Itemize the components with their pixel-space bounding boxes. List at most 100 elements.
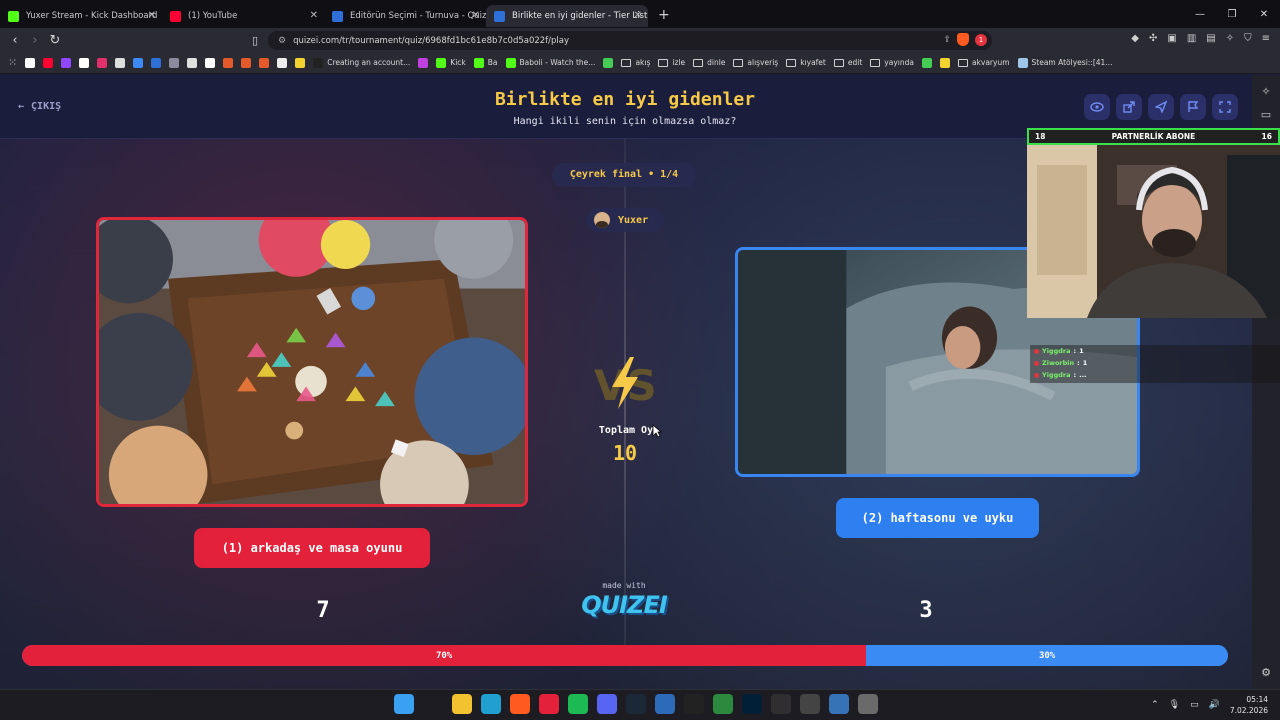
volume-icon[interactable]: 🔊: [1209, 700, 1220, 710]
goal-label: PARTNERLİK ABONE: [1111, 132, 1196, 141]
bookmark-item[interactable]: [205, 57, 216, 68]
close-icon[interactable]: ✕: [148, 10, 156, 21]
clock[interactable]: 05:14 7.02.2026: [1230, 694, 1268, 716]
flag-icon[interactable]: [1180, 94, 1206, 120]
back-icon[interactable]: ‹: [5, 33, 25, 48]
bookmark-item[interactable]: edit: [833, 58, 862, 67]
close-icon[interactable]: ✕: [634, 10, 642, 21]
quizei-icon: [332, 10, 343, 22]
tab-quizei-editor[interactable]: Editörün Seçimi - Turnuva - Quizei ✕: [324, 5, 486, 27]
wallet-icon[interactable]: ▣: [1167, 33, 1176, 44]
apps-grid-icon[interactable]: ⁙: [8, 56, 17, 69]
obs-icon[interactable]: [771, 694, 791, 714]
bookmark-item[interactable]: [169, 57, 180, 68]
bookmark-item[interactable]: yayında: [870, 58, 914, 67]
eye-icon[interactable]: [1084, 94, 1110, 120]
option-2-button[interactable]: (2) haftasonu ve uyku: [836, 498, 1039, 538]
search-icon[interactable]: [423, 694, 443, 714]
bookmark-list: Creating an account... Kick Ba Baboli - Wat…: [25, 57, 1112, 68]
tab-youtube[interactable]: (1) YouTube ✕: [162, 5, 324, 27]
share-icon[interactable]: [1116, 94, 1142, 120]
bookmark-item[interactable]: akış: [621, 58, 650, 67]
extensions-icon[interactable]: ✣: [1149, 33, 1157, 44]
bookmark-item[interactable]: kıyafet: [786, 58, 826, 67]
bookmark-item[interactable]: Ba: [473, 57, 498, 68]
bookmark-item[interactable]: [151, 57, 162, 68]
share-icon[interactable]: ⇪: [943, 35, 951, 45]
app-white-icon[interactable]: [800, 694, 820, 714]
tab-search-icon[interactable]: ▤: [1206, 33, 1215, 44]
bookmark-item[interactable]: [921, 57, 932, 68]
bookmark-item[interactable]: dinle: [693, 58, 725, 67]
close-icon[interactable]: ✕: [310, 10, 318, 21]
bookmark-item[interactable]: [418, 57, 429, 68]
opera-icon[interactable]: [539, 694, 559, 714]
rewards-badge[interactable]: 1: [975, 33, 987, 46]
leo-sidebar-icon[interactable]: ✧: [1252, 85, 1280, 98]
fullscreen-icon[interactable]: [1212, 94, 1238, 120]
option-1-image[interactable]: [96, 217, 528, 507]
shield-icon[interactable]: ⛉: [1244, 33, 1252, 44]
bookmark-item[interactable]: Kick: [436, 57, 466, 68]
bookmark-item[interactable]: [43, 57, 54, 68]
minimize-icon[interactable]: —: [1184, 0, 1216, 28]
spotify-icon[interactable]: [568, 694, 588, 714]
bookmark-item[interactable]: [259, 57, 270, 68]
bookmark-item[interactable]: [97, 57, 108, 68]
brave-shields-icon[interactable]: [957, 33, 969, 46]
close-icon[interactable]: ✕: [472, 10, 480, 21]
photoshop-icon[interactable]: [742, 694, 762, 714]
bookmark-item[interactable]: [295, 57, 306, 68]
tab-kick-dashboard[interactable]: Yuxer Stream - Kick Dashboard ✕: [0, 5, 162, 27]
bookmark-item[interactable]: [79, 57, 90, 68]
network-icon[interactable]: ▭: [1190, 700, 1199, 710]
windows-icon[interactable]: [394, 694, 414, 714]
chevron-up-icon[interactable]: ⌃: [1151, 700, 1159, 710]
option-1-button[interactable]: (1) arkadaş ve masa oyunu: [194, 528, 430, 568]
reload-icon[interactable]: ↻: [45, 33, 65, 48]
close-window-icon[interactable]: ✕: [1248, 0, 1280, 28]
steam-icon[interactable]: [626, 694, 646, 714]
microphone-icon[interactable]: 🎙: [1169, 700, 1180, 710]
bookmark-item[interactable]: Creating an account...: [313, 57, 410, 68]
tab-quizei-play[interactable]: Birlikte en iyi gidenler - Tier List ✕: [486, 5, 648, 27]
sidebar-icon[interactable]: ▥: [1187, 33, 1196, 44]
address-bar[interactable]: ⚙ quizei.com/tr/tournament/quiz/6968fd1b…: [268, 31, 992, 50]
bookmark-item[interactable]: [25, 57, 36, 68]
send-icon[interactable]: [1148, 94, 1174, 120]
edge-icon[interactable]: [481, 694, 501, 714]
vpn-icon[interactable]: ◆: [1131, 33, 1139, 44]
quizei-logo[interactable]: QUIZEI: [574, 591, 674, 619]
bookmark-item[interactable]: Baboli - Watch the...: [505, 57, 595, 68]
notepad-icon[interactable]: [655, 694, 675, 714]
bookmark-item[interactable]: [187, 57, 198, 68]
bookmark-item[interactable]: [115, 57, 126, 68]
capcut-icon[interactable]: [684, 694, 704, 714]
bookmark-item[interactable]: izle: [658, 58, 685, 67]
bookmark-item[interactable]: [939, 57, 950, 68]
sidebar-settings-icon[interactable]: ⚙: [1252, 666, 1280, 679]
bookmark-item[interactable]: [603, 57, 614, 68]
bookmark-item[interactable]: [277, 57, 288, 68]
app-blue-icon[interactable]: [829, 694, 849, 714]
bookmark-item[interactable]: [61, 57, 72, 68]
bookmark-icon[interactable]: ▯: [245, 34, 265, 47]
menu-icon[interactable]: ≡: [1262, 33, 1270, 44]
maximize-icon[interactable]: ❐: [1216, 0, 1248, 28]
bookmark-item[interactable]: Steam Atölyesi::[41...: [1017, 57, 1112, 68]
leo-icon[interactable]: ✧: [1226, 33, 1234, 44]
bookmark-item[interactable]: [223, 57, 234, 68]
reading-list-icon[interactable]: ▭: [1252, 108, 1280, 121]
bookmark-item[interactable]: [133, 57, 144, 68]
bookmark-item[interactable]: [241, 57, 252, 68]
settings-icon[interactable]: [858, 694, 878, 714]
explorer-icon[interactable]: [452, 694, 472, 714]
discord-icon[interactable]: [597, 694, 617, 714]
bookmark-item[interactable]: alışveriş: [733, 58, 778, 67]
site-settings-icon[interactable]: ⚙: [278, 36, 286, 46]
new-tab-button[interactable]: +: [658, 7, 670, 23]
brave-icon[interactable]: [510, 694, 530, 714]
bookmark-item[interactable]: akvaryum: [957, 58, 1010, 67]
app-green-icon[interactable]: [713, 694, 733, 714]
forward-icon[interactable]: ›: [25, 33, 45, 48]
